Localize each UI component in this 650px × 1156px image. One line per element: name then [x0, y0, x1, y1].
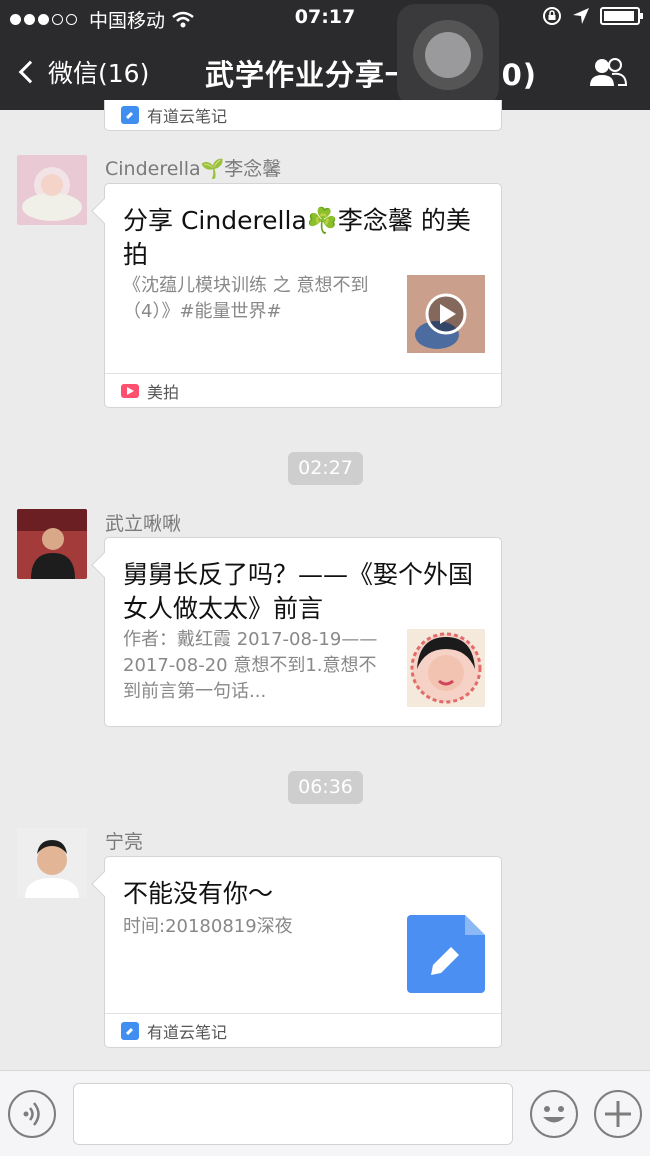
time-divider: 02:27 — [288, 452, 363, 485]
status-right — [542, 6, 643, 26]
card-title: 分享 Cinderella☘️李念馨 的美拍 — [123, 206, 471, 269]
sender-name: Cinderella🌱李念馨 — [105, 158, 282, 180]
rotation-lock-icon — [543, 7, 561, 25]
card-desc: 作者：戴红霞 2017-08-19——2017-08-20 意想不到1.意想不到… — [123, 629, 378, 702]
location-icon — [573, 8, 589, 24]
smiley-icon — [543, 1106, 565, 1123]
video-thumbnail[interactable] — [407, 275, 485, 353]
message-card[interactable]: 舅舅长反了吗？——《娶个外国女人做太太》前言 作者：戴红霞 2017-08-19… — [91, 537, 502, 727]
card-source-label: 有道云笔记 — [147, 107, 228, 126]
card-desc: 时间:20180819深夜 — [123, 916, 293, 937]
message-card[interactable]: 分享 Cinderella☘️李念馨 的美拍 《沈蕴儿模块训练 之 意想不到（4… — [91, 183, 502, 408]
card-source-label: 有道云笔记 — [147, 1022, 228, 1042]
back-label: 微信(16) — [48, 59, 150, 88]
plus-icon — [605, 1101, 631, 1127]
document-icon[interactable] — [407, 915, 485, 993]
voice-icon — [23, 1102, 40, 1126]
input-bar — [0, 1070, 650, 1156]
message-card-partial[interactable]: 有道云笔记 — [104, 100, 502, 131]
card-source-label: 美拍 — [147, 382, 180, 402]
more-button[interactable] — [594, 1090, 642, 1138]
card-source: 有道云笔记 — [105, 1013, 501, 1047]
card-desc: 《沈蕴儿模块训练 之 意想不到（4）》#能量世界# — [123, 275, 369, 322]
chevron-left-icon — [18, 60, 42, 84]
article-thumbnail[interactable] — [407, 629, 485, 707]
status-bar: 中国移动 07:17 — [0, 0, 650, 36]
sender-name: 武立啾啾 — [105, 513, 182, 535]
card-title: 舅舅长反了吗？——《娶个外国女人做太太》前言 — [123, 560, 474, 623]
voice-button[interactable] — [8, 1090, 56, 1138]
battery-icon — [600, 7, 643, 25]
message-card[interactable]: 不能没有你～ 时间:20180819深夜 有道云笔记 — [91, 856, 502, 1048]
ynote-icon — [121, 1021, 139, 1040]
assistive-touch-button[interactable] — [397, 4, 499, 106]
avatar[interactable] — [17, 155, 87, 225]
time-divider: 06:36 — [288, 771, 363, 804]
card-title: 不能没有你～ — [123, 879, 274, 908]
nav-bar: 微信(16) 武学作业分享一群(460) — [0, 48, 650, 100]
sender-name: 宁亮 — [105, 831, 144, 853]
back-button[interactable]: 微信(16) — [16, 54, 149, 90]
avatar[interactable] — [17, 509, 87, 579]
top-bar: 中国移动 07:17 微信(16) 武学作业分享一群(460) — [0, 0, 650, 110]
group-members-icon[interactable] — [588, 56, 628, 90]
message-input[interactable] — [73, 1083, 513, 1145]
emoji-button[interactable] — [530, 1090, 578, 1138]
card-source: 美拍 — [105, 373, 501, 407]
avatar[interactable] — [17, 828, 87, 898]
ynote-icon — [121, 106, 139, 124]
meipai-icon — [121, 383, 139, 398]
card-source: 有道云笔记 — [105, 100, 501, 130]
